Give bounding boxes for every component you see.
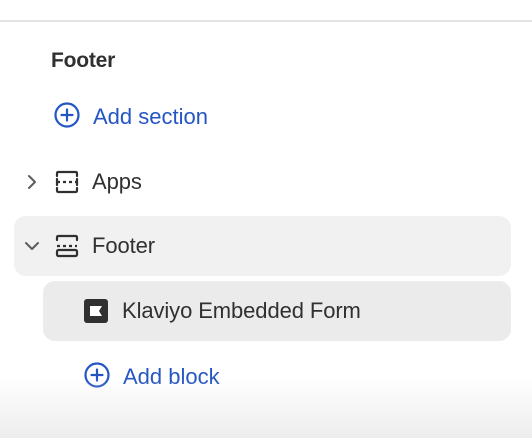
chevron-down-icon[interactable]: [22, 236, 42, 256]
top-divider: [0, 20, 532, 22]
app-block-icon: [83, 298, 109, 324]
add-block-button[interactable]: Add block: [83, 360, 220, 394]
block-item-klaviyo-form[interactable]: Klaviyo Embedded Form: [43, 281, 511, 341]
section-label-apps: Apps: [92, 169, 142, 194]
section-icon: [54, 233, 80, 259]
add-block-label: Add block: [123, 364, 220, 389]
chevron-right-icon[interactable]: [22, 172, 42, 192]
plus-circle-icon: [53, 101, 81, 134]
block-label-klaviyo: Klaviyo Embedded Form: [122, 298, 361, 323]
bottom-fade: [0, 378, 532, 438]
section-label-footer: Footer: [92, 233, 155, 258]
group-title: Footer: [51, 49, 116, 72]
add-section-label: Add section: [93, 104, 208, 129]
plus-circle-icon: [83, 361, 111, 394]
section-item-footer[interactable]: Footer: [14, 216, 511, 276]
add-section-button[interactable]: Add section: [53, 100, 208, 134]
section-icon: [54, 169, 80, 195]
section-item-apps[interactable]: Apps: [22, 164, 512, 200]
